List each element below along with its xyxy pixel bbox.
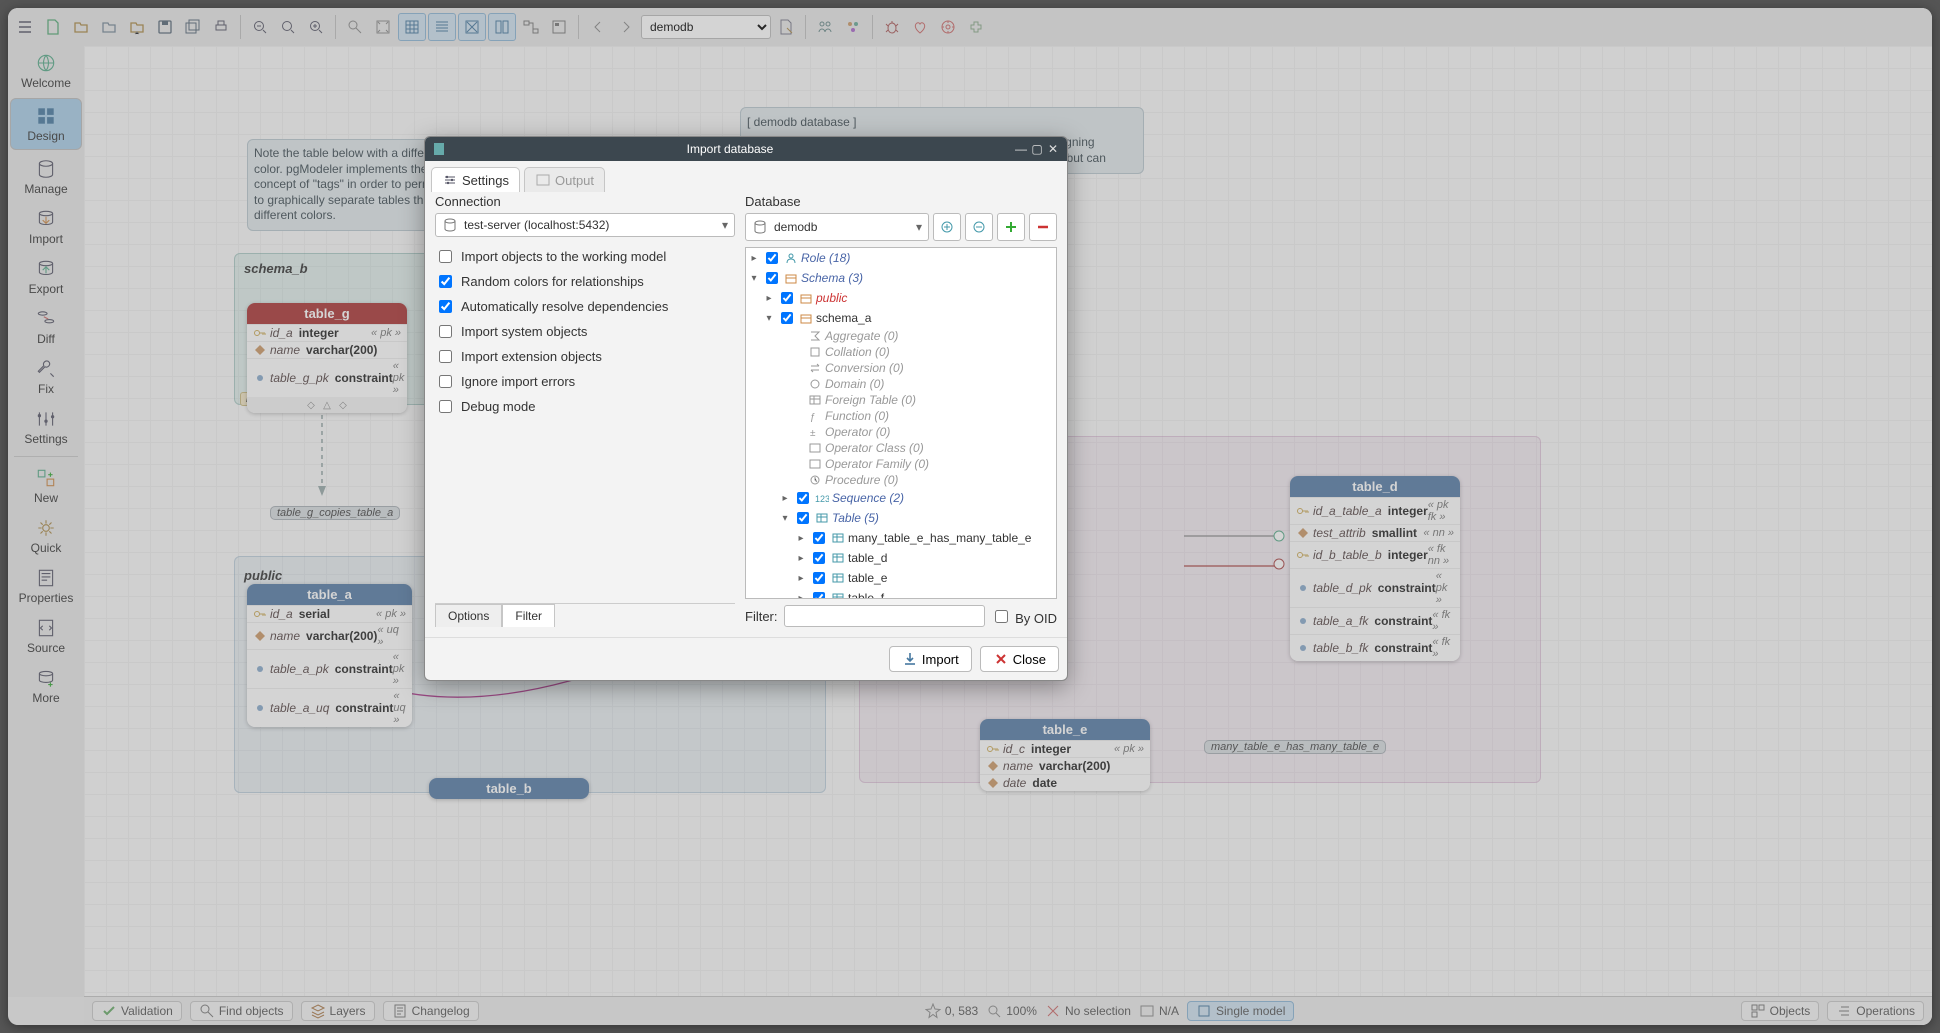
svg-text:123: 123	[815, 494, 829, 504]
tab-output[interactable]: Output	[524, 167, 605, 192]
database-select[interactable]: demodb▾	[745, 213, 929, 241]
filter-input[interactable]	[784, 605, 986, 627]
chk-extension-objects[interactable]: Import extension objects	[435, 347, 735, 366]
tree-node[interactable]: ▾Table (5)	[746, 508, 1056, 528]
tree-node[interactable]: ▸many_table_e_has_many_table_e	[746, 528, 1056, 548]
tree-node[interactable]: ▸public	[746, 288, 1056, 308]
connection-select[interactable]: test-server (localhost:5432)▾	[435, 213, 735, 237]
tree-node[interactable]: Foreign Table (0)	[746, 392, 1056, 408]
close-window-icon[interactable]: ✕	[1045, 141, 1061, 157]
tree-node[interactable]: ▸Role (18)	[746, 248, 1056, 268]
dialog-title: Import database	[447, 142, 1013, 156]
svg-text:±: ±	[810, 428, 816, 439]
tree-node[interactable]: ▾schema_a	[746, 308, 1056, 328]
connection-label: Connection	[435, 194, 735, 209]
chk-system-objects[interactable]: Import system objects	[435, 322, 735, 341]
tree-node[interactable]: ▸table_e	[746, 568, 1056, 588]
tree-node[interactable]: Operator Class (0)	[746, 440, 1056, 456]
close-button[interactable]: Close	[980, 646, 1059, 672]
remove-icon[interactable]	[1029, 213, 1057, 241]
svg-text:ƒ: ƒ	[810, 412, 816, 423]
subtab-options[interactable]: Options	[435, 604, 502, 627]
expand-all-icon[interactable]	[933, 213, 961, 241]
database-label: Database	[745, 194, 1057, 209]
chk-debug-mode[interactable]: Debug mode	[435, 397, 735, 416]
tree-node[interactable]: Procedure (0)	[746, 472, 1056, 488]
tree-node[interactable]: Conversion (0)	[746, 360, 1056, 376]
minimize-icon[interactable]: —	[1013, 141, 1029, 157]
chk-ignore-errors[interactable]: Ignore import errors	[435, 372, 735, 391]
subtab-filter[interactable]: Filter	[502, 604, 555, 627]
tree-node[interactable]: ƒFunction (0)	[746, 408, 1056, 424]
tab-settings[interactable]: Settings	[431, 167, 520, 192]
tree-node[interactable]: ▸123Sequence (2)	[746, 488, 1056, 508]
chk-resolve-deps[interactable]: Automatically resolve dependencies	[435, 297, 735, 316]
maximize-icon[interactable]: ▢	[1029, 141, 1045, 157]
filter-label: Filter:	[745, 609, 778, 624]
tree-node[interactable]: ▸table_d	[746, 548, 1056, 568]
tree-node[interactable]: Domain (0)	[746, 376, 1056, 392]
tree-node[interactable]: Operator Family (0)	[746, 456, 1056, 472]
object-tree[interactable]: ▸Role (18)▾Schema (3)▸public▾schema_aAgg…	[745, 247, 1057, 599]
chk-random-colors[interactable]: Random colors for relationships	[435, 272, 735, 291]
tree-node[interactable]: ±Operator (0)	[746, 424, 1056, 440]
tree-node[interactable]: ▾Schema (3)	[746, 268, 1056, 288]
tree-node[interactable]: Collation (0)	[746, 344, 1056, 360]
collapse-all-icon[interactable]	[965, 213, 993, 241]
app-icon	[431, 141, 447, 157]
byoid-check[interactable]: By OID	[991, 607, 1057, 626]
tree-node[interactable]: Aggregate (0)	[746, 328, 1056, 344]
add-icon[interactable]	[997, 213, 1025, 241]
import-dialog: Import database — ▢ ✕ Settings Output Co…	[424, 136, 1068, 681]
import-button[interactable]: Import	[889, 646, 972, 672]
tree-node[interactable]: ▸table_f	[746, 588, 1056, 599]
chk-working-model[interactable]: Import objects to the working model	[435, 247, 735, 266]
